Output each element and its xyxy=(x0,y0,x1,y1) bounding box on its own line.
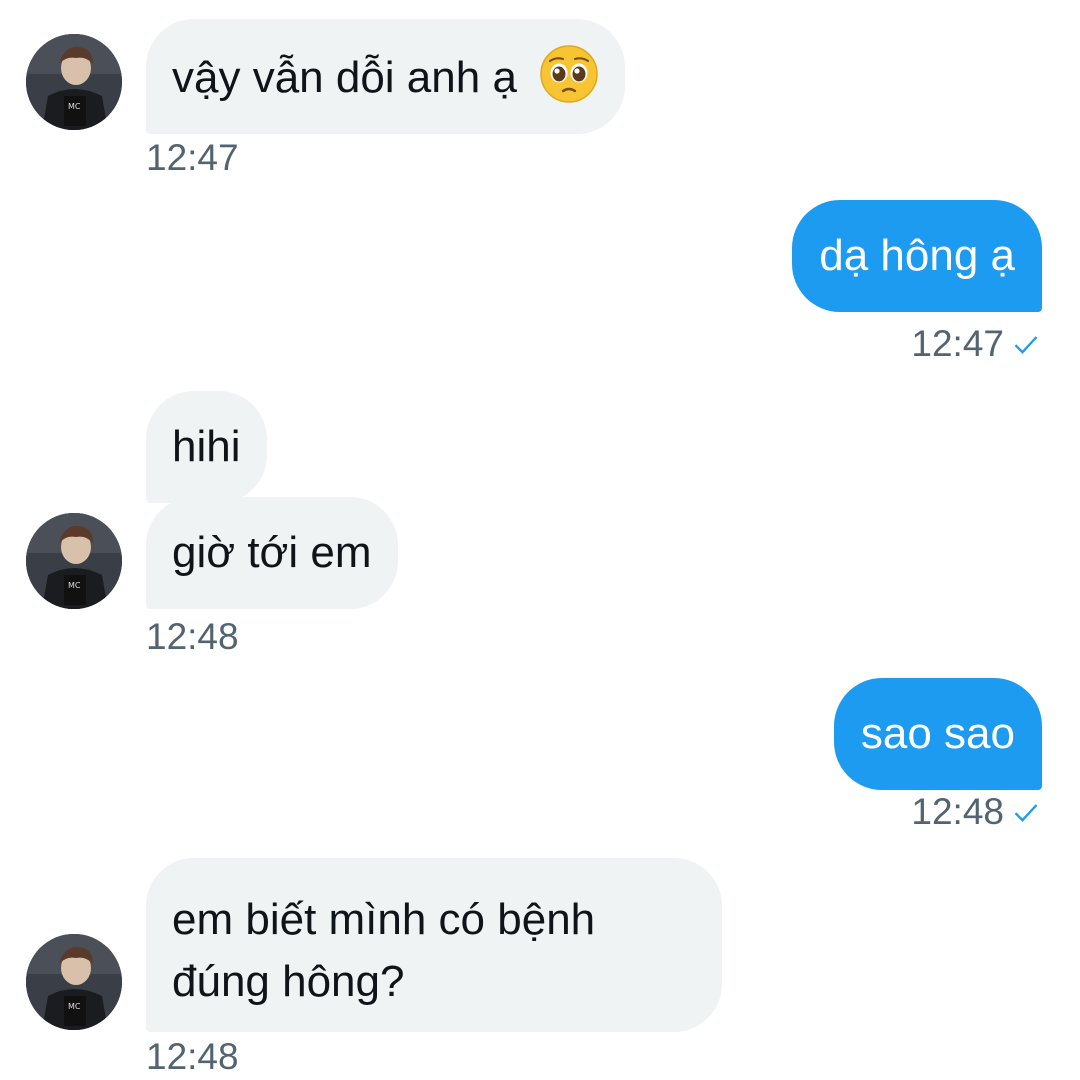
message-text-line: đúng hông? xyxy=(172,957,405,1006)
message-text: giờ tới em xyxy=(172,528,372,577)
checkmark-icon xyxy=(1014,804,1038,822)
message-timestamp: 12:48 xyxy=(911,791,1004,832)
avatar-image: MC xyxy=(26,34,122,130)
message-text: vậy vẫn dỗi anh ạ xyxy=(172,53,517,102)
sender-avatar[interactable]: MC xyxy=(26,34,122,130)
svg-text:MC: MC xyxy=(68,581,81,590)
message-timestamp: 12:47 xyxy=(146,137,239,178)
avatar-image: MC xyxy=(26,934,122,1030)
sender-avatar[interactable]: MC xyxy=(26,513,122,609)
message-bubble-outgoing[interactable]: sao sao xyxy=(833,678,1042,790)
message-timestamp: 12:47 xyxy=(911,323,1004,364)
pleading-face-emoji xyxy=(540,45,598,103)
message-timestamp: 12:48 xyxy=(146,616,239,657)
message-text: sao sao xyxy=(860,709,1015,758)
avatar-image: MC xyxy=(26,513,122,609)
message-bubble-incoming[interactable]: em biết mình có bệnh đúng hông? xyxy=(146,858,722,1032)
svg-text:MC: MC xyxy=(68,1002,81,1011)
conversation-thread: MC vậy vẫn dỗi anh ạ 12:47 dạ hông ạ 12:… xyxy=(0,0,1080,1080)
sender-avatar[interactable]: MC xyxy=(26,934,122,1030)
checkmark-icon xyxy=(1014,336,1038,354)
message-text: dạ hông ạ xyxy=(819,231,1015,280)
message-meta: 12:48 xyxy=(911,792,1040,832)
svg-text:MC: MC xyxy=(68,102,81,111)
message-bubble-outgoing[interactable]: dạ hông ạ xyxy=(792,200,1042,312)
message-meta: 12:47 xyxy=(911,324,1040,364)
message-bubble-incoming[interactable]: vậy vẫn dỗi anh ạ xyxy=(146,19,626,134)
message-text: hihi xyxy=(172,422,241,471)
message-text-line: em biết mình có bệnh xyxy=(172,895,596,944)
message-timestamp: 12:48 xyxy=(146,1036,239,1077)
message-bubble-incoming[interactable]: giờ tới em xyxy=(146,497,398,609)
message-bubble-incoming[interactable]: hihi xyxy=(146,391,267,503)
